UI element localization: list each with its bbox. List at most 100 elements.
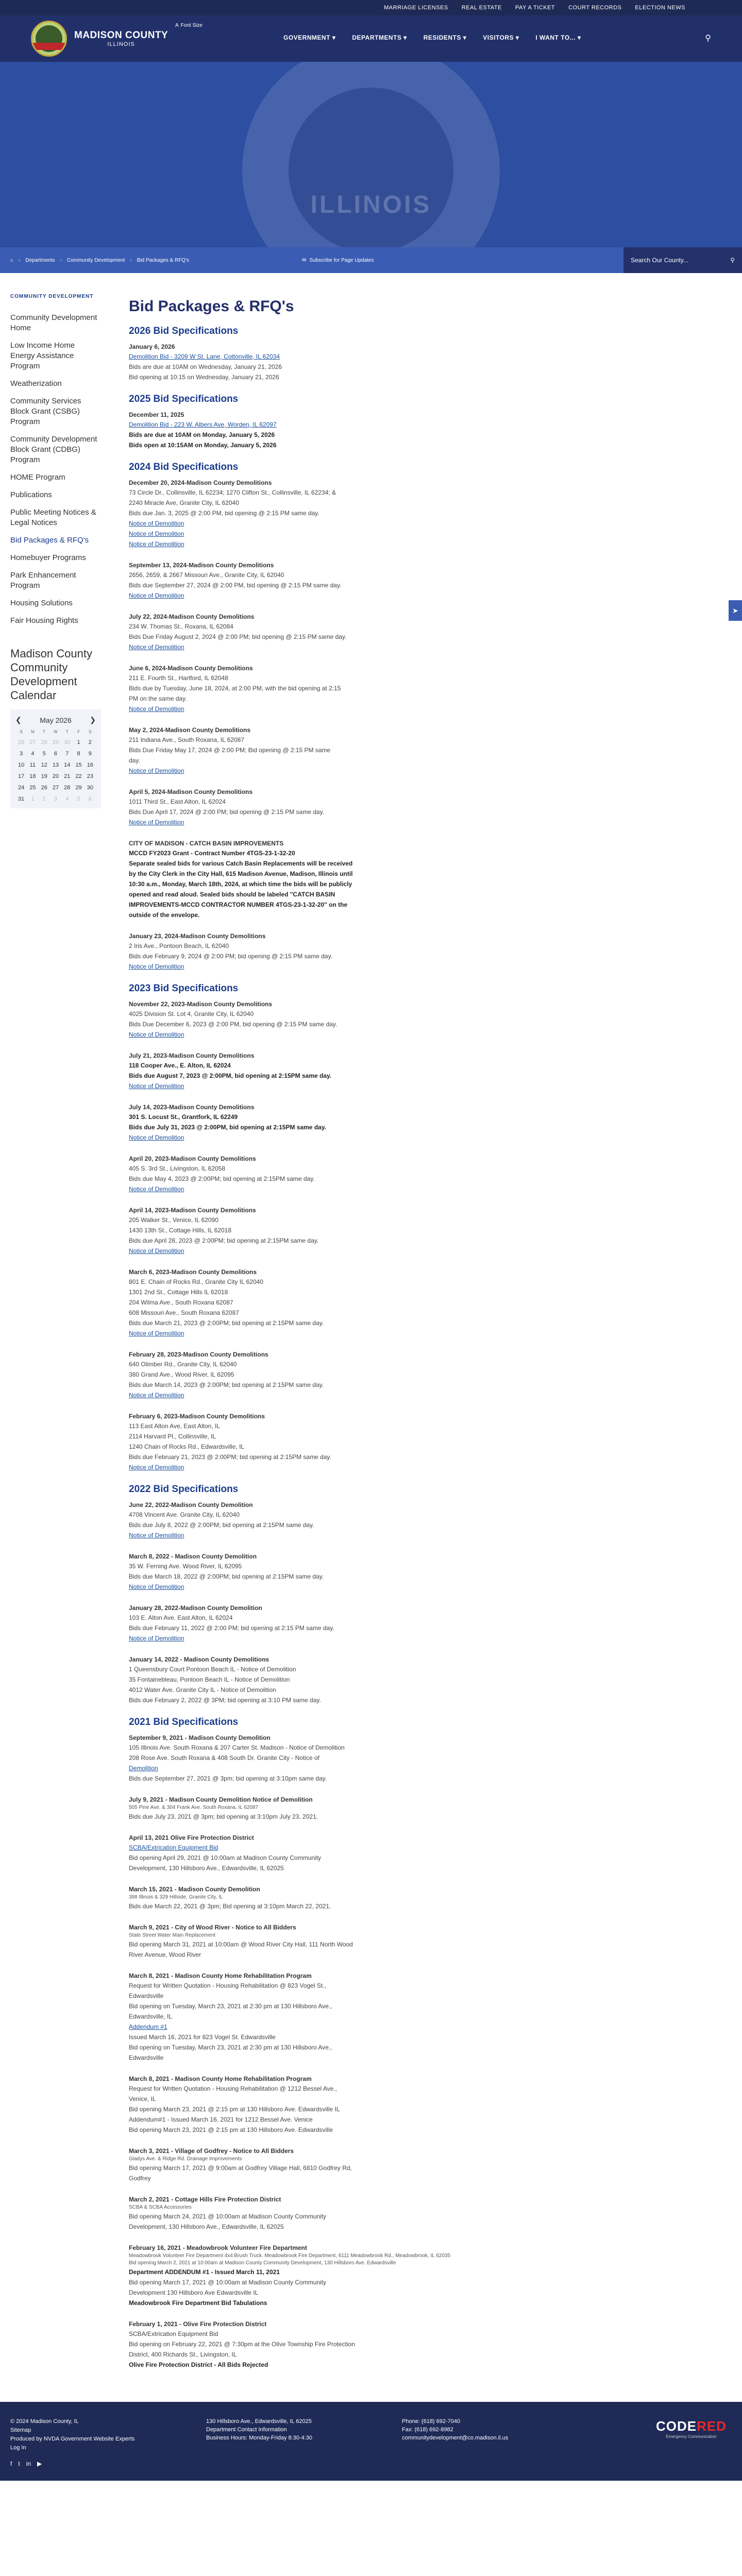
calendar-day[interactable]: 3 (50, 796, 61, 802)
bid-document-link[interactable]: Notice of Demolition (129, 642, 469, 652)
youtube-icon[interactable]: ▶ (37, 2460, 42, 2468)
calendar-day[interactable]: 28 (39, 739, 50, 745)
calendar-prev-icon[interactable]: ❮ (15, 716, 22, 724)
bid-document-link[interactable]: Notice of Demolition (129, 1132, 469, 1143)
nav-government[interactable]: GOVERNMENT ▾ (283, 34, 335, 41)
calendar-day[interactable]: 5 (73, 796, 84, 802)
sidebar-item-publications[interactable]: Publications (10, 490, 99, 500)
sidebar-item-notices[interactable]: Public Meeting Notices & Legal Notices (10, 507, 99, 528)
codered-logo[interactable]: CODERED Emergency Communication (656, 2418, 727, 2439)
calendar-day[interactable]: 26 (39, 785, 50, 791)
sidebar-item-fair-housing[interactable]: Fair Housing Rights (10, 616, 99, 626)
bid-document-link[interactable]: Notice of Demolition (129, 1029, 469, 1040)
bid-document-link[interactable]: Notice of Demolition (129, 704, 469, 714)
twitter-icon[interactable]: t (18, 2460, 20, 2468)
bid-document-link[interactable]: Notice of Demolition (129, 1328, 469, 1338)
calendar-day[interactable]: 21 (61, 773, 73, 779)
calendar-day[interactable]: 27 (27, 739, 38, 745)
calendar-day[interactable]: 1 (27, 796, 38, 802)
calendar-day[interactable]: 30 (61, 739, 73, 745)
util-link-election-news[interactable]: ELECTION NEWS (635, 5, 685, 11)
calendar-day[interactable]: 2 (85, 739, 96, 745)
breadcrumb-community-development[interactable]: Community Development (67, 258, 125, 263)
util-link-real-estate[interactable]: REAL ESTATE (462, 5, 502, 11)
calendar-day[interactable]: 14 (61, 762, 73, 768)
calendar-day[interactable]: 3 (15, 751, 27, 757)
bid-document-link[interactable]: Notice of Demolition (129, 961, 469, 972)
footer-contact-link[interactable]: Department Contact Information (206, 2426, 312, 2434)
search-icon[interactable]: ⚲ (730, 257, 735, 264)
sidebar-item-weatherization[interactable]: Weatherization (10, 379, 99, 389)
bid-document-link[interactable]: Notice of Demolition (129, 1081, 469, 1091)
bid-document-link[interactable]: Demolition (129, 1763, 469, 1773)
calendar-day[interactable]: 4 (61, 796, 73, 802)
home-icon[interactable]: ⌂ (10, 258, 13, 263)
bid-document-link[interactable]: SCBA/Extrication Equipment Bid (129, 1842, 469, 1853)
calendar-day[interactable]: 12 (39, 762, 50, 768)
calendar-day[interactable]: 22 (73, 773, 84, 779)
sidebar-item-home[interactable]: Community Development Home (10, 313, 99, 333)
calendar-day[interactable]: 28 (61, 785, 73, 791)
sidebar-heading[interactable]: COMMUNITY DEVELOPMENT (10, 294, 99, 299)
bid-document-link[interactable]: Addendum #1 (129, 2022, 469, 2032)
sidebar-item-liheap[interactable]: Low Income Home Energy Assistance Progra… (10, 341, 99, 371)
header-search-icon[interactable]: ⚲ (705, 33, 711, 43)
calendar-day[interactable]: 29 (73, 785, 84, 791)
footer-login[interactable]: Log In (10, 2444, 732, 2452)
bid-document-link[interactable]: Notice of Demolition (129, 529, 469, 539)
calendar-day[interactable]: 6 (50, 751, 61, 757)
calendar-day[interactable]: 18 (27, 773, 38, 779)
calendar-day[interactable]: 4 (27, 751, 38, 757)
sidebar-item-bid-packages[interactable]: Bid Packages & RFQ's (10, 535, 99, 546)
bid-document-link[interactable]: Demolition Bid - 3209 W St. Lane, Cotton… (129, 351, 469, 362)
calendar-day[interactable]: 24 (15, 785, 27, 791)
footer-sitemap[interactable]: Sitemap (10, 2426, 732, 2435)
calendar-day[interactable]: 11 (27, 762, 38, 768)
site-search[interactable]: Search Our County... ⚲ (623, 247, 742, 273)
calendar-day[interactable]: 15 (73, 762, 84, 768)
calendar-day[interactable]: 30 (85, 785, 96, 791)
calendar-day[interactable]: 26 (15, 739, 27, 745)
breadcrumb-departments[interactable]: Departments (25, 258, 55, 263)
calendar-day[interactable]: 16 (85, 762, 96, 768)
sidebar-item-cdbg[interactable]: Community Development Block Grant (CDBG)… (10, 434, 99, 465)
calendar-day[interactable]: 17 (15, 773, 27, 779)
bid-document-link[interactable]: Notice of Demolition (129, 1390, 469, 1400)
sidebar-item-housing[interactable]: Housing Solutions (10, 598, 99, 608)
nav-visitors[interactable]: VISITORS ▾ (483, 34, 519, 41)
bid-document-link[interactable]: Notice of Demolition (129, 1184, 469, 1194)
facebook-icon[interactable]: f (10, 2460, 12, 2468)
calendar-day[interactable]: 27 (50, 785, 61, 791)
bid-document-link[interactable]: Notice of Demolition (129, 1246, 469, 1256)
bid-document-link[interactable]: Notice of Demolition (129, 539, 469, 549)
footer-produced-by[interactable]: Produced by NVDA Government Website Expe… (10, 2435, 732, 2444)
calendar-day[interactable]: 7 (61, 751, 73, 757)
nav-departments[interactable]: DEPARTMENTS ▾ (352, 34, 407, 41)
bid-document-link[interactable]: Notice of Demolition (129, 518, 469, 529)
bid-document-link[interactable]: Notice of Demolition (129, 590, 469, 601)
bid-document-link[interactable]: Notice of Demolition (129, 1582, 469, 1592)
calendar-day[interactable]: 13 (50, 762, 61, 768)
sidebar-item-csbg[interactable]: Community Services Block Grant (CSBG) Pr… (10, 396, 99, 427)
linkedin-icon[interactable]: in (26, 2460, 31, 2468)
nav-i-want-to[interactable]: I WANT TO... ▾ (535, 34, 581, 41)
calendar-day[interactable]: 19 (39, 773, 50, 779)
bid-document-link[interactable]: Demolition Bid - 223 W. Albers Ave, Word… (129, 419, 469, 430)
bid-document-link[interactable]: Notice of Demolition (129, 817, 469, 827)
calendar-day[interactable]: 23 (85, 773, 96, 779)
calendar-day[interactable]: 2 (39, 796, 50, 802)
subscribe-link[interactable]: ✉ Subscribe for Page Updates (302, 258, 374, 263)
bid-document-link[interactable]: Notice of Demolition (129, 1462, 469, 1472)
calendar-day[interactable]: 1 (73, 739, 84, 745)
site-logo-text[interactable]: MADISON COUNTY ILLINOIS (74, 30, 168, 47)
calendar-day[interactable]: 20 (50, 773, 61, 779)
footer-email[interactable]: communitydevelopment@co.madison.il.us (402, 2434, 508, 2442)
calendar-day[interactable]: 5 (39, 751, 50, 757)
calendar-day[interactable]: 6 (85, 796, 96, 802)
calendar-day[interactable]: 31 (15, 796, 27, 802)
sidebar-item-homebuyer[interactable]: Homebuyer Programs (10, 553, 99, 563)
calendar-day[interactable]: 9 (85, 751, 96, 757)
calendar-day[interactable]: 8 (73, 751, 84, 757)
bid-document-link[interactable]: Notice of Demolition (129, 1530, 469, 1540)
share-icon[interactable]: ➤ (729, 600, 742, 621)
